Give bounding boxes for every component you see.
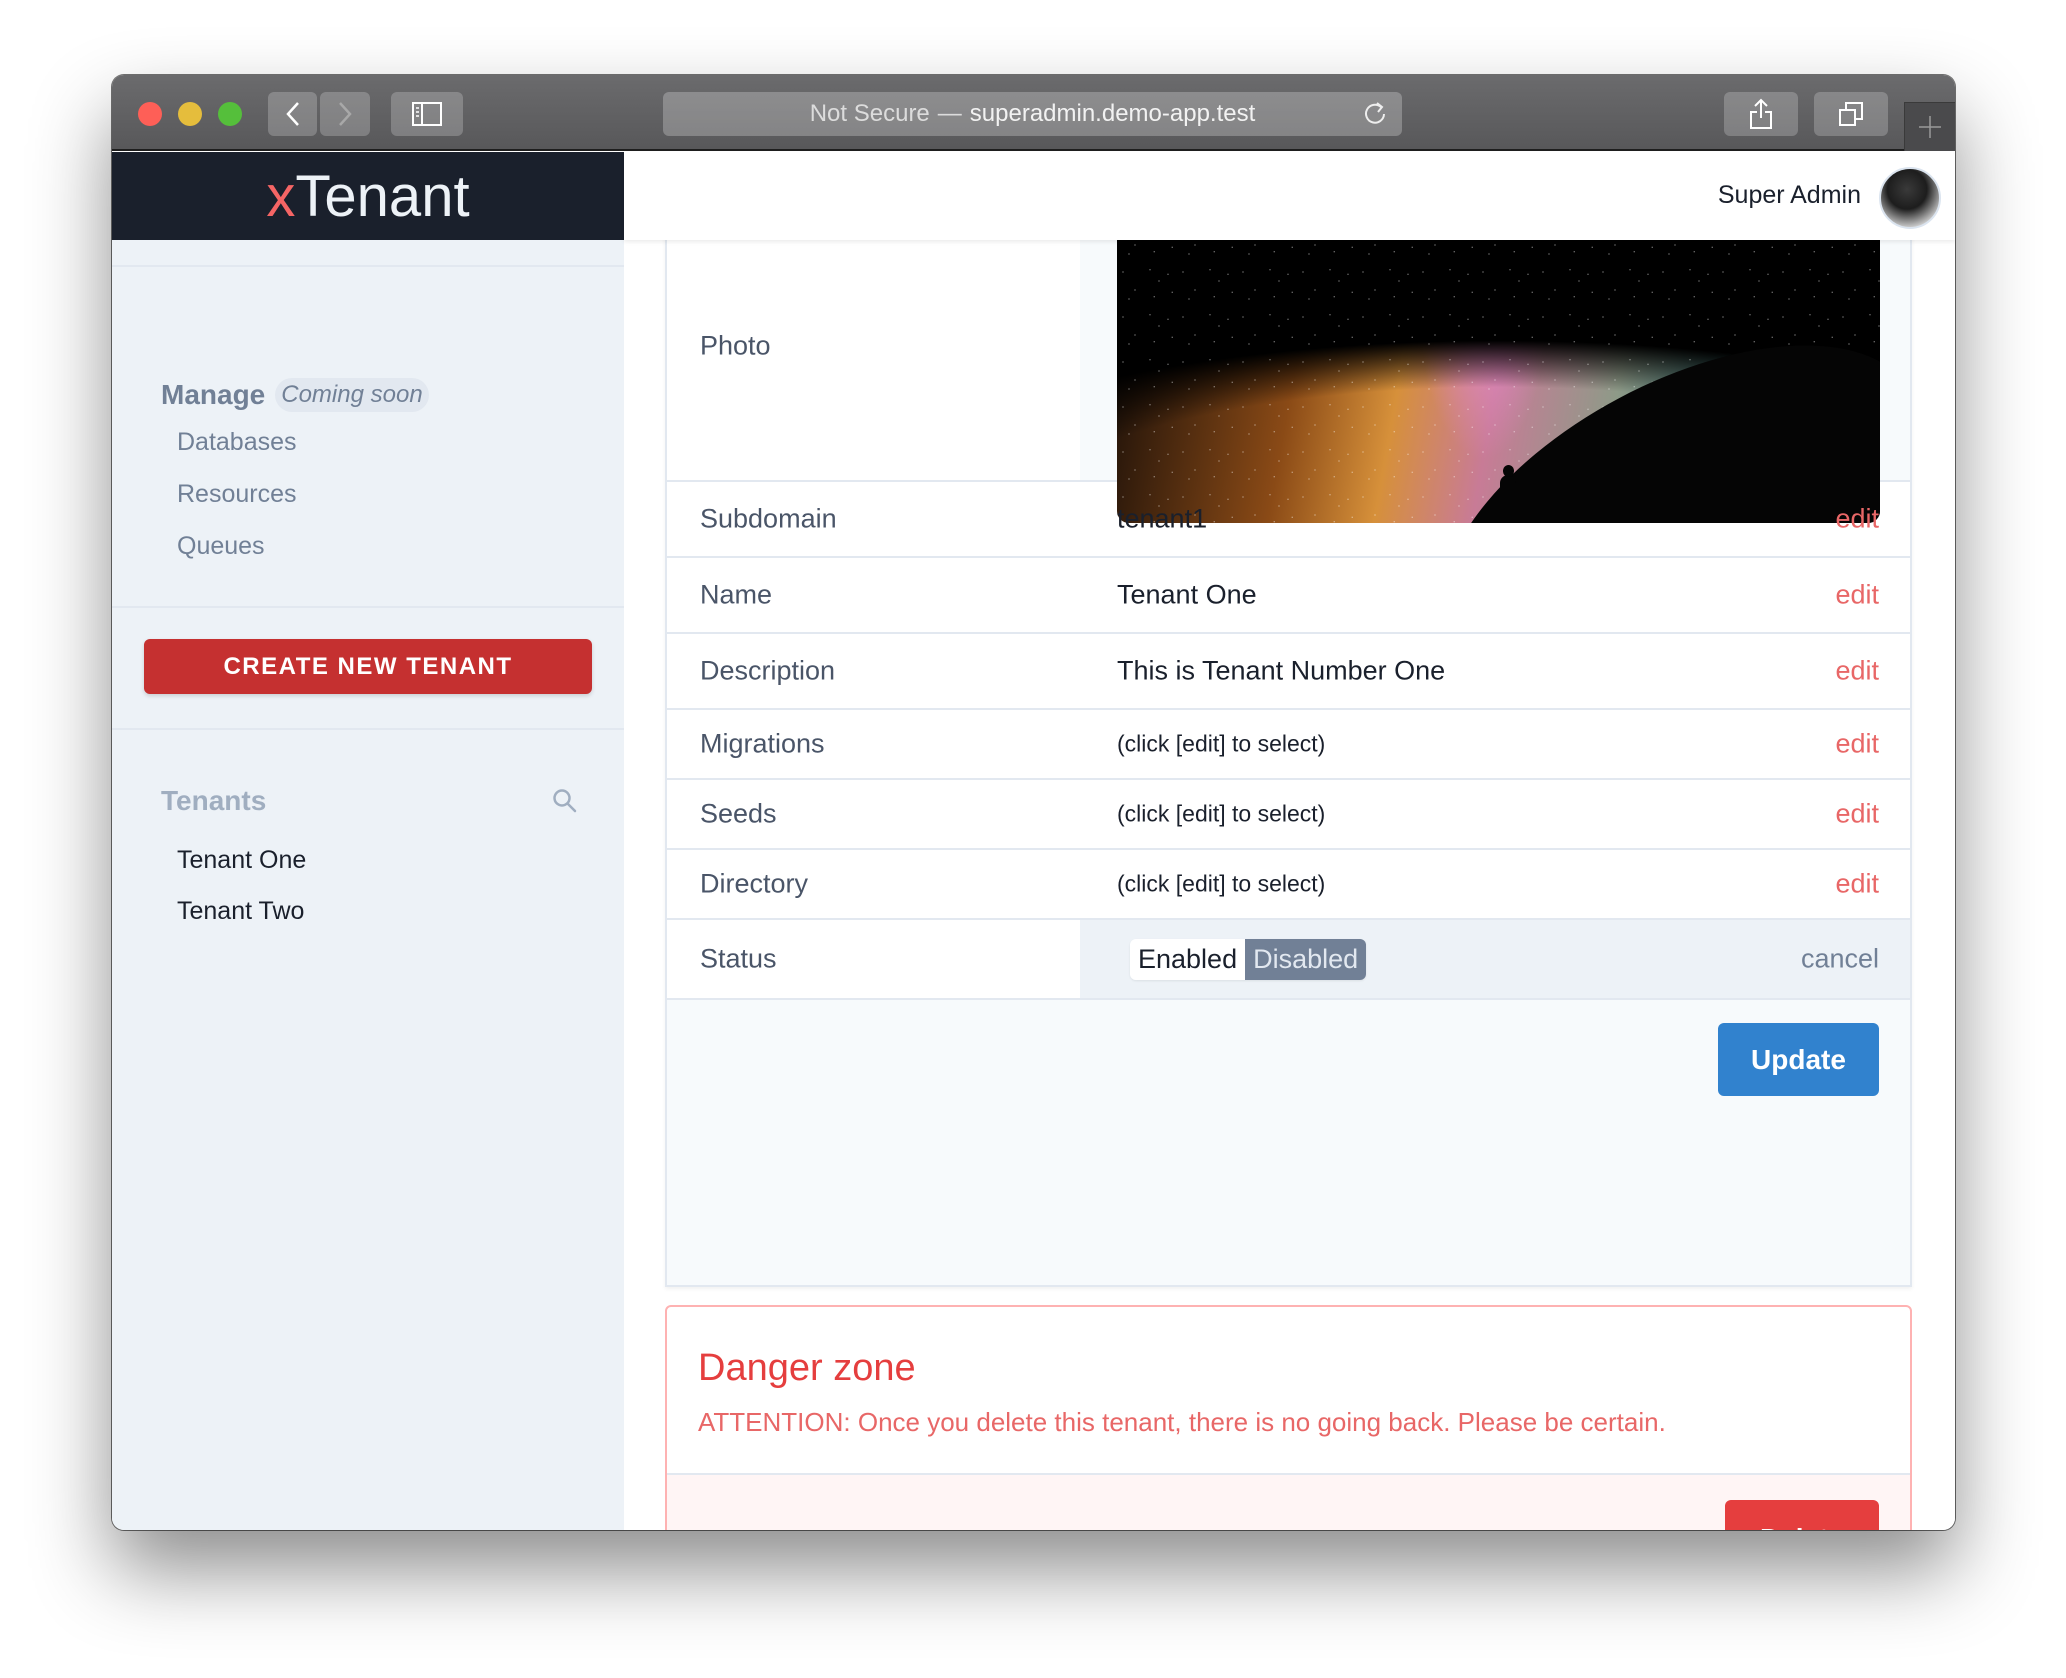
- share-icon: [1750, 98, 1772, 129]
- status-option-disabled[interactable]: Disabled: [1245, 939, 1367, 980]
- row-label: Description: [700, 655, 836, 686]
- sidebar-icon: [412, 102, 442, 126]
- sidebar-item-queues[interactable]: Queues: [177, 532, 265, 561]
- danger-zone-title: Danger zone: [698, 1347, 916, 1389]
- edit-description-link[interactable]: edit: [1835, 656, 1879, 687]
- app-logo[interactable]: x Tenant: [112, 152, 624, 240]
- row-value: (click [edit] to select): [1117, 730, 1326, 757]
- sidebar-item-resources[interactable]: Resources: [177, 480, 297, 509]
- detail-row-directory: Directory (click [edit] to select) edit: [667, 850, 1910, 920]
- sidebar-divider: [112, 265, 624, 267]
- close-window-button[interactable]: [138, 102, 162, 126]
- manage-section-header: Manage Coming soon: [161, 378, 429, 412]
- edit-seeds-link[interactable]: edit: [1835, 799, 1879, 830]
- row-value: This is Tenant Number One: [1117, 655, 1446, 686]
- sidebar-divider: [112, 728, 624, 730]
- update-button[interactable]: Update: [1718, 1023, 1879, 1096]
- row-label: Name: [700, 579, 773, 610]
- forward-button[interactable]: [320, 92, 370, 136]
- browser-window: Not Secure — superadmin.demo-app.test xT…: [112, 75, 1955, 1530]
- sidebar-item-databases[interactable]: Databases: [177, 428, 297, 457]
- edit-directory-link[interactable]: edit: [1835, 869, 1879, 900]
- reload-icon[interactable]: [1364, 101, 1388, 127]
- avatar[interactable]: [1879, 167, 1941, 229]
- edit-subdomain-link[interactable]: edit: [1835, 504, 1879, 535]
- new-tab-button[interactable]: [1904, 102, 1955, 151]
- danger-zone-message: ATTENTION: Once you delete this tenant, …: [698, 1407, 1666, 1437]
- tenants-title: Tenants: [161, 785, 267, 816]
- search-icon[interactable]: [552, 788, 578, 814]
- coming-soon-badge: Coming soon: [275, 378, 429, 412]
- row-label: Subdomain: [700, 503, 837, 534]
- create-new-tenant-button[interactable]: CREATE NEW TENANT: [144, 639, 592, 694]
- security-label: Not Secure: [809, 100, 930, 127]
- detail-row-migrations: Migrations (click [edit] to select) edit: [667, 710, 1910, 780]
- sidebar-toggle-button[interactable]: [391, 92, 463, 136]
- row-value: (click [edit] to select): [1117, 800, 1326, 827]
- detail-row-description: Description This is Tenant Number One ed…: [667, 634, 1910, 710]
- page-content: x Tenant Manage Coming soon Databases Res…: [112, 152, 1955, 1530]
- danger-zone-footer: Delete: [667, 1473, 1910, 1530]
- row-label: Seeds: [700, 798, 777, 829]
- delete-tenant-button[interactable]: Delete: [1725, 1500, 1879, 1530]
- sidebar-divider: [112, 606, 624, 608]
- plus-icon: [1919, 116, 1941, 138]
- main-panel: Super Admin Photo Subdomain tenant1 edit…: [624, 152, 1955, 1530]
- edit-migrations-link[interactable]: edit: [1835, 729, 1879, 760]
- sidebar: x Tenant Manage Coming soon Databases Res…: [112, 152, 624, 1530]
- browser-toolbar: Not Secure — superadmin.demo-app.test: [112, 75, 1955, 151]
- forward-icon: [339, 102, 352, 126]
- address-bar[interactable]: Not Secure — superadmin.demo-app.test: [663, 92, 1402, 136]
- manage-title: Manage: [161, 379, 266, 410]
- danger-zone-card: Danger zone ATTENTION: Once you delete t…: [665, 1305, 1912, 1530]
- tenant-list-item[interactable]: Tenant One: [177, 846, 306, 875]
- cancel-status-link[interactable]: cancel: [1801, 944, 1879, 975]
- status-value-cell: Enabled Disabled: [1080, 920, 1910, 998]
- logo-name: Tenant: [295, 163, 470, 229]
- minimize-window-button[interactable]: [178, 102, 202, 126]
- row-label: Status: [700, 943, 777, 974]
- top-header: Super Admin: [624, 152, 1955, 240]
- tenant-details-card: Photo Subdomain tenant1 edit Name Tenant…: [665, 212, 1912, 1287]
- edit-name-link[interactable]: edit: [1835, 580, 1879, 611]
- detail-row-subdomain: Subdomain tenant1 edit: [667, 482, 1910, 558]
- status-option-enabled[interactable]: Enabled: [1130, 939, 1246, 980]
- row-label: Photo: [700, 330, 771, 361]
- status-toggle: Enabled Disabled: [1130, 939, 1367, 980]
- back-button[interactable]: [268, 92, 317, 136]
- detail-row-seeds: Seeds (click [edit] to select) edit: [667, 780, 1910, 850]
- row-value: (click [edit] to select): [1117, 870, 1326, 897]
- tenant-list-item[interactable]: Tenant Two: [177, 897, 304, 926]
- detail-row-photo: Photo: [667, 212, 1910, 523]
- back-icon: [285, 102, 299, 126]
- row-value: Tenant One: [1117, 579, 1257, 610]
- row-label: Migrations: [700, 728, 825, 759]
- row-label: Directory: [700, 868, 809, 899]
- share-button[interactable]: [1724, 92, 1798, 136]
- row-value: tenant1: [1117, 503, 1208, 534]
- tenant-photo[interactable]: [1117, 218, 1880, 523]
- tabs-overview-button[interactable]: [1814, 92, 1888, 136]
- logo-prefix: x: [266, 163, 296, 229]
- address-domain: superadmin.demo-app.test: [969, 100, 1256, 127]
- detail-row-status: Enabled Disabled Status cancel: [667, 920, 1910, 1000]
- zoom-window-button[interactable]: [218, 102, 242, 126]
- tabs-icon: [1839, 102, 1863, 126]
- address-separator: —: [937, 100, 962, 127]
- detail-row-name: Name Tenant One edit: [667, 558, 1910, 634]
- user-name[interactable]: Super Admin: [1718, 181, 1861, 210]
